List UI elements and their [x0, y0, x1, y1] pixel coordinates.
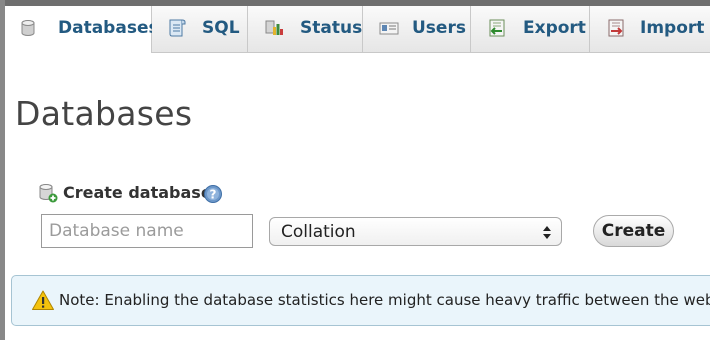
select-arrows-icon [543, 226, 551, 239]
tab-users[interactable]: Users [363, 6, 471, 52]
database-name-input[interactable] [41, 214, 253, 248]
tab-label: Import [640, 18, 705, 38]
collation-select[interactable]: Collation [269, 217, 562, 246]
tab-status[interactable]: Status [248, 6, 363, 52]
tab-label: Databases [58, 18, 159, 38]
top-tab-bar: Databases SQL Status Users Export Import [5, 6, 710, 53]
status-icon [265, 20, 283, 35]
tab-label: Status [300, 18, 363, 38]
page-title: Databases [15, 94, 193, 133]
collation-selected-value: Collation [281, 222, 356, 242]
help-icon[interactable]: ? [203, 184, 223, 204]
database-icon [21, 20, 35, 36]
tab-label: SQL [202, 18, 240, 38]
tab-databases[interactable]: Databases [5, 6, 159, 53]
create-database-label: Create database [63, 183, 212, 202]
users-icon [379, 22, 399, 35]
tab-label: Users [412, 18, 466, 38]
notice-text: Note: Enabling the database statistics h… [59, 291, 710, 309]
import-icon [608, 19, 624, 37]
tab-import[interactable]: Import [590, 6, 710, 52]
warning-icon [32, 290, 54, 310]
svg-text:?: ? [210, 188, 217, 202]
tab-export[interactable]: Export [471, 6, 590, 52]
export-icon [489, 19, 505, 37]
tab-label: Export [523, 18, 586, 38]
sql-icon [169, 19, 186, 37]
new-database-icon [39, 184, 58, 203]
tab-sql[interactable]: SQL [152, 6, 248, 52]
create-button[interactable]: Create [593, 215, 674, 247]
notice-message: Note: Enabling the database statistics h… [11, 275, 710, 326]
